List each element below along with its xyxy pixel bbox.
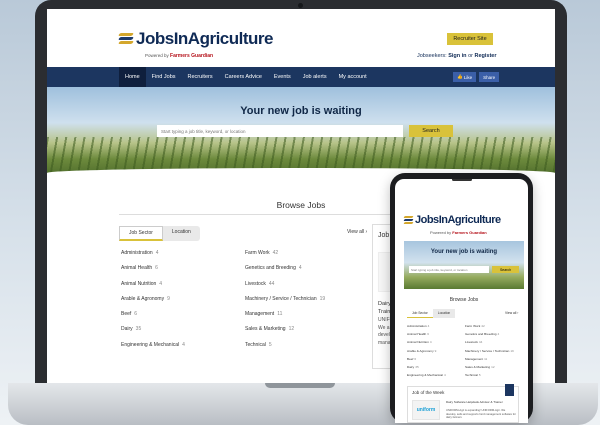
nav-find-jobs[interactable]: Find Jobs xyxy=(146,67,182,87)
nav-recruiters[interactable]: Recruiters xyxy=(182,67,219,87)
sector-list-left: Administration 4 Animal Health 6 Animal Nu… xyxy=(121,250,185,348)
sector-link[interactable]: Dairy 35 xyxy=(121,326,185,332)
mobile-job-title: Dairy Software Helpdesk Advisor & Traine… xyxy=(446,400,503,404)
mobile-logo-text: JobsInAgriculture xyxy=(415,214,501,226)
mobile-sector-link[interactable]: Engineering & Mechanical4 xyxy=(407,373,446,377)
mobile-sector-link[interactable]: Genetics and Breeding4 xyxy=(465,332,514,336)
wheat-logo-icon xyxy=(118,33,134,45)
social-buttons: 👍 Like Share xyxy=(453,72,500,82)
main-nav: Home Find Jobs Recruiters Careers Advice… xyxy=(47,67,555,87)
mobile-screen: JobsInAgriculture Powered by Farmers Gua… xyxy=(395,179,528,423)
mobile-job-description: UNIFORM-Agri is expanding! UNIFORM-Agri.… xyxy=(446,409,516,419)
nav-events[interactable]: Events xyxy=(268,67,297,87)
mobile-browse-title: Browse Jobs xyxy=(449,297,479,303)
mobile-sector-link[interactable]: Animal Nutrition4 xyxy=(407,340,446,344)
hero-banner: Your new job is waiting Search xyxy=(47,87,555,178)
sector-link[interactable]: Animal Nutrition 4 xyxy=(121,281,185,287)
sector-link[interactable]: Technical 5 xyxy=(245,342,325,348)
sector-link[interactable]: Livestock 44 xyxy=(245,281,325,287)
sector-link[interactable]: Arable & Agronomy 9 xyxy=(121,296,185,302)
wheat-logo-icon xyxy=(403,216,414,224)
mobile-sector-link[interactable]: Management11 xyxy=(465,357,514,361)
mobile-sector-list-right: Farm Work42 Genetics and Breeding4 Lives… xyxy=(465,324,514,377)
recruiter-site-button[interactable]: Recruiter Site xyxy=(447,33,493,45)
sector-link[interactable]: Genetics and Breeding 4 xyxy=(245,265,325,271)
nav-my-account[interactable]: My account xyxy=(333,67,373,87)
search-button[interactable]: Search xyxy=(409,125,453,137)
mobile-tab-job-sector[interactable]: Job Sector xyxy=(407,309,433,318)
mobile-hero: Your new job is waiting Search xyxy=(404,241,524,289)
mobile-powered-by: Powered by Farmers Guardian xyxy=(430,230,487,235)
mobile-site-logo[interactable]: JobsInAgriculture xyxy=(403,214,501,226)
sector-list-right: Farm Work 42 Genetics and Breeding 4 Lives… xyxy=(245,250,325,348)
sector-link[interactable]: Farm Work 42 xyxy=(245,250,325,256)
sector-link[interactable]: Animal Health 6 xyxy=(121,265,185,271)
phone-frame: JobsInAgriculture Powered by Farmers Gua… xyxy=(390,173,533,423)
mobile-tab-location[interactable]: Location xyxy=(433,309,455,318)
nav-home[interactable]: Home xyxy=(119,67,146,87)
uniform-company-logo: uniform xyxy=(412,400,440,420)
browse-tabs: Job Sector Location xyxy=(119,226,200,241)
powered-by: Powered by Farmers Guardian xyxy=(145,53,214,59)
tab-location[interactable]: Location xyxy=(163,226,200,241)
mobile-search-button[interactable]: Search xyxy=(492,266,519,273)
mobile-sector-link[interactable]: Dairy35 xyxy=(407,365,446,369)
register-link[interactable]: Register xyxy=(474,53,496,59)
phone-speaker xyxy=(452,179,472,181)
laptop-notch xyxy=(265,383,335,388)
bookmark-icon xyxy=(505,384,514,396)
mobile-hero-title: Your new job is waiting xyxy=(430,249,498,255)
mobile-sector-link[interactable]: Animal Health6 xyxy=(407,332,446,336)
mobile-sector-link[interactable]: Beef6 xyxy=(407,357,446,361)
job-search-input[interactable] xyxy=(157,125,403,137)
mobile-browse-tabs: Job Sector Location xyxy=(407,309,456,318)
sector-link[interactable]: Sales & Marketing 12 xyxy=(245,326,325,332)
mobile-sector-list-left: Administration4 Animal Health6 Animal Nu… xyxy=(407,324,446,377)
mobile-sector-link[interactable]: Technical5 xyxy=(465,373,514,377)
mobile-search-input[interactable] xyxy=(409,266,489,273)
webcam xyxy=(298,3,303,8)
mobile-sector-link[interactable]: Sales & Marketing12 xyxy=(465,365,514,369)
logo-text: JobsInAgriculture xyxy=(136,29,273,48)
mobile-job-of-week-card[interactable]: Job of the Week uniform Dairy Software H… xyxy=(407,384,519,423)
site-header: JobsInAgriculture Powered by Farmers Gua… xyxy=(47,9,555,67)
share-button[interactable]: Share xyxy=(479,72,500,82)
sector-link[interactable]: Administration 4 xyxy=(121,250,185,256)
sector-link[interactable]: Machinery / Service / Technician 19 xyxy=(245,296,325,302)
mobile-sector-link[interactable]: Livestock44 xyxy=(465,340,514,344)
facebook-like-button[interactable]: 👍 Like xyxy=(453,72,477,82)
mobile-job-heading: Job of the Week xyxy=(412,390,445,395)
sector-link[interactable]: Beef 6 xyxy=(121,311,185,317)
sector-link[interactable]: Management 11 xyxy=(245,311,325,317)
view-all-link[interactable]: View all › xyxy=(347,229,367,235)
jobseeker-auth: Jobseekers: Sign in or Register xyxy=(417,53,497,59)
mobile-sector-link[interactable]: Administration4 xyxy=(407,324,446,328)
site-logo[interactable]: JobsInAgriculture xyxy=(118,29,273,49)
nav-careers-advice[interactable]: Careers Advice xyxy=(219,67,268,87)
mobile-sector-link[interactable]: Farm Work42 xyxy=(465,324,514,328)
sector-link[interactable]: Engineering & Mechanical 4 xyxy=(121,342,185,348)
sign-in-link[interactable]: Sign in xyxy=(448,53,466,59)
mobile-view-all-link[interactable]: View all › xyxy=(505,311,518,315)
hero-title: Your new job is waiting xyxy=(240,105,362,117)
nav-job-alerts[interactable]: Job alerts xyxy=(297,67,333,87)
tab-job-sector[interactable]: Job Sector xyxy=(119,226,163,241)
mobile-sector-link[interactable]: Machinery / Service / Technician19 xyxy=(465,349,514,353)
divider xyxy=(119,214,409,215)
mobile-sector-link[interactable]: Arable & Agronomy9 xyxy=(407,349,446,353)
